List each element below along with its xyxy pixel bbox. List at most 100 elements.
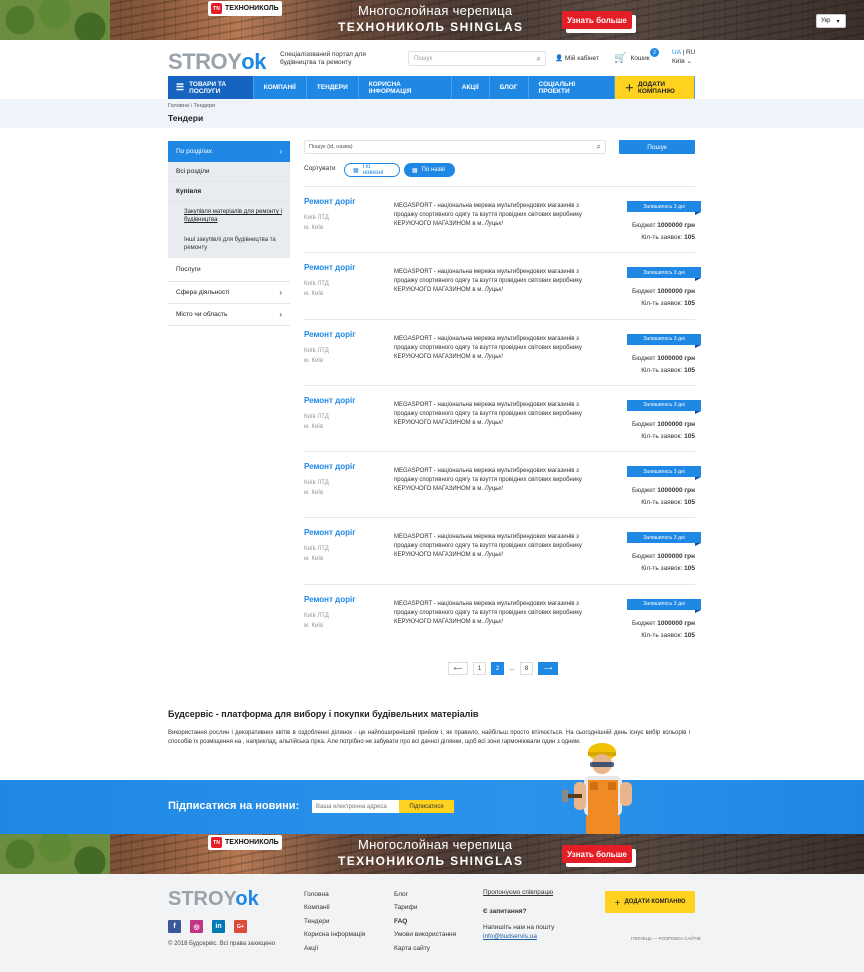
- tender-title[interactable]: Ремонт доріг: [304, 595, 356, 604]
- footer-link-home[interactable]: Головна: [304, 888, 365, 901]
- google-plus-icon[interactable]: G+: [234, 920, 247, 933]
- language-select[interactable]: Укр ▾: [816, 14, 846, 28]
- page-8[interactable]: 8: [520, 662, 533, 675]
- subscribe-section: Підписатися на новини: Ваша електронна а…: [0, 780, 864, 834]
- linkedin-icon[interactable]: in: [212, 920, 225, 933]
- nav-companies[interactable]: КОМПАНІЇ: [254, 76, 307, 99]
- cabinet-link[interactable]: 👤 Мій кабінет: [555, 54, 599, 62]
- sidebar-sub-other[interactable]: Інші закупівлі для будівництва та ремонт…: [168, 230, 290, 258]
- sidebar-item-sphere[interactable]: Сфера діяльності ›: [168, 282, 290, 304]
- footer-link-blog[interactable]: Блог: [394, 888, 456, 901]
- sidebar-head-label: По розділах: [176, 148, 212, 155]
- footer-email-link[interactable]: info@budservis.ua: [483, 933, 537, 940]
- nav-social-projects[interactable]: СОЦІАЛЬНІ ПРОЕКТИ: [529, 76, 615, 99]
- nav-add-company-button[interactable]: ＋ ДОДАТИ КОМПАНІЮ: [614, 76, 695, 99]
- sort-newest-button[interactable]: ▦ По новизні: [344, 163, 400, 177]
- budget-label: Бюджет: [631, 553, 656, 561]
- banner-line2: ТЕХНОНИКОЛЬ SHINGLAS: [338, 20, 524, 34]
- cart-badge: 2: [650, 48, 659, 57]
- lang-switch[interactable]: UA | RU Київ ⌄: [672, 48, 695, 66]
- page-1[interactable]: 1: [473, 662, 486, 675]
- social-links: f ◎ in G+: [168, 920, 247, 933]
- facebook-icon[interactable]: f: [168, 920, 181, 933]
- cart-link[interactable]: 🛒 Кошик 2: [614, 48, 659, 64]
- tender-applications: Кіл-ть заявок: 105: [641, 234, 695, 241]
- footer-link-promos[interactable]: Акції: [304, 942, 365, 955]
- tender-title[interactable]: Ремонт доріг: [304, 330, 356, 339]
- tender-title[interactable]: Ремонт доріг: [304, 462, 356, 471]
- chevron-right-icon: ›: [279, 288, 282, 297]
- budget-value: 1000000 грн: [657, 288, 695, 296]
- header-search-input[interactable]: Пошук ⌕: [408, 51, 546, 66]
- top-ad-banner[interactable]: TN ТЕХНОНИКОЛЬ Многослойная черепица ТЕХН…: [0, 0, 864, 40]
- nav-blog[interactable]: БЛОГ: [490, 76, 529, 99]
- developer-credit[interactable]: ГЛИНЕЦЬ — РОЗРОБКА САЙТІВ: [631, 936, 701, 941]
- banner-button[interactable]: Узнать больше: [562, 845, 632, 863]
- cabinet-label: Мій кабінет: [564, 55, 599, 62]
- lang-ua[interactable]: UA: [672, 49, 681, 56]
- logo-ok: ok: [235, 888, 259, 910]
- tender-search-button[interactable]: Пошук: [619, 140, 695, 154]
- tender-budget: Бюджет 1000000 грн: [632, 553, 695, 560]
- count-label: Кіл-ть заявок:: [641, 366, 683, 374]
- tender-item: Ремонт доріг Київ ЛТД м. Київ MEGASPORT …: [304, 384, 701, 451]
- nav-useful-info[interactable]: КОРИСНА ІНФОРМАЦІЯ: [359, 76, 452, 99]
- grid-icon: ▦: [412, 167, 418, 174]
- budget-label: Бюджет: [631, 288, 656, 296]
- instagram-icon[interactable]: ◎: [190, 920, 203, 933]
- bottom-ad-banner[interactable]: TN ТЕХНОНИКОЛЬ Многослойная черепица ТЕХН…: [0, 834, 864, 874]
- tender-description: MEGASPORT - національна мережа мультибре…: [394, 202, 604, 229]
- footer-coop-link[interactable]: Пропонуємо співпрацю: [483, 888, 554, 897]
- footer-link-companies[interactable]: Компанії: [304, 901, 365, 914]
- prev-page-button[interactable]: ⟵: [448, 662, 468, 675]
- subscribe-email-input[interactable]: Ваша електронна адреса: [312, 800, 402, 813]
- page-title: Тендери: [168, 113, 204, 123]
- nav-promotions[interactable]: АКЦІЇ: [452, 76, 490, 99]
- lang-ru[interactable]: RU: [686, 49, 695, 56]
- tender-company: Київ ЛТД: [304, 480, 329, 487]
- footer-link-tenders[interactable]: Тендери: [304, 915, 365, 928]
- tender-title[interactable]: Ремонт доріг: [304, 263, 356, 272]
- count-label: Кіл-ть заявок:: [641, 300, 683, 308]
- count-label: Кіл-ть заявок:: [641, 499, 683, 507]
- site-logo[interactable]: STROY ok: [168, 49, 266, 75]
- cart-label: Кошик: [630, 55, 650, 62]
- sidebar-item-city[interactable]: Місто чи область ›: [168, 304, 290, 326]
- footer-link-sitemap[interactable]: Карта сайту: [394, 942, 456, 955]
- search-icon[interactable]: ⌕: [597, 142, 601, 152]
- footer-add-company-button[interactable]: ＋ ДОДАТИ КОМПАНІЮ: [605, 891, 695, 913]
- banner-logo-mark: TN: [211, 3, 222, 14]
- count-label: Кіл-ть заявок:: [641, 432, 683, 440]
- sidebar-by-section[interactable]: По розділах ›: [168, 141, 290, 162]
- pagination: ⟵ 1 2 ... 8 ⟶: [448, 662, 558, 675]
- tender-title[interactable]: Ремонт доріг: [304, 197, 356, 206]
- tender-budget: Бюджет 1000000 грн: [632, 421, 695, 428]
- count-value: 105: [684, 300, 695, 308]
- sidebar-sub-materials[interactable]: Закупівля матеріалів для ремонту і будів…: [168, 202, 290, 230]
- footer-link-terms[interactable]: Умови використання: [394, 928, 456, 941]
- footer-link-faq[interactable]: FAQ: [394, 915, 456, 928]
- tender-search-input[interactable]: Пошук (id, назва) ⌕: [304, 140, 606, 154]
- sort-name-button[interactable]: ▦ По назві: [404, 163, 455, 177]
- count-value: 105: [684, 366, 695, 374]
- page-2[interactable]: 2: [491, 662, 504, 675]
- footer-logo[interactable]: STROYok: [168, 888, 259, 911]
- city-select[interactable]: Київ: [672, 58, 685, 65]
- sort-newest-label: По новизні: [362, 164, 384, 176]
- breadcrumb[interactable]: Головна \ Тендери: [168, 103, 215, 109]
- footer-write: Напишіть нам на пошту: [483, 924, 555, 931]
- search-icon[interactable]: ⌕: [537, 54, 541, 64]
- nav-tenders[interactable]: ТЕНДЕРИ: [307, 76, 359, 99]
- subscribe-button[interactable]: Підписатися: [399, 800, 454, 813]
- nav-goods-services[interactable]: ☰ ТОВАРИ ТА ПОСЛУГИ: [168, 76, 254, 99]
- footer-link-tariffs[interactable]: Тарифи: [394, 901, 456, 914]
- footer-link-useful[interactable]: Корисна інформація: [304, 928, 365, 941]
- tender-budget: Бюджет 1000000 грн: [632, 288, 695, 295]
- next-page-button[interactable]: ⟶: [538, 662, 558, 675]
- tender-title[interactable]: Ремонт доріг: [304, 528, 356, 537]
- banner-button[interactable]: Узнать больше: [562, 11, 632, 29]
- tender-title[interactable]: Ремонт доріг: [304, 396, 356, 405]
- sidebar-group-purchase[interactable]: Купівля: [168, 182, 290, 202]
- sidebar-item-services[interactable]: Послуги: [168, 258, 290, 282]
- sidebar-item-all[interactable]: Всі розділи: [168, 162, 290, 182]
